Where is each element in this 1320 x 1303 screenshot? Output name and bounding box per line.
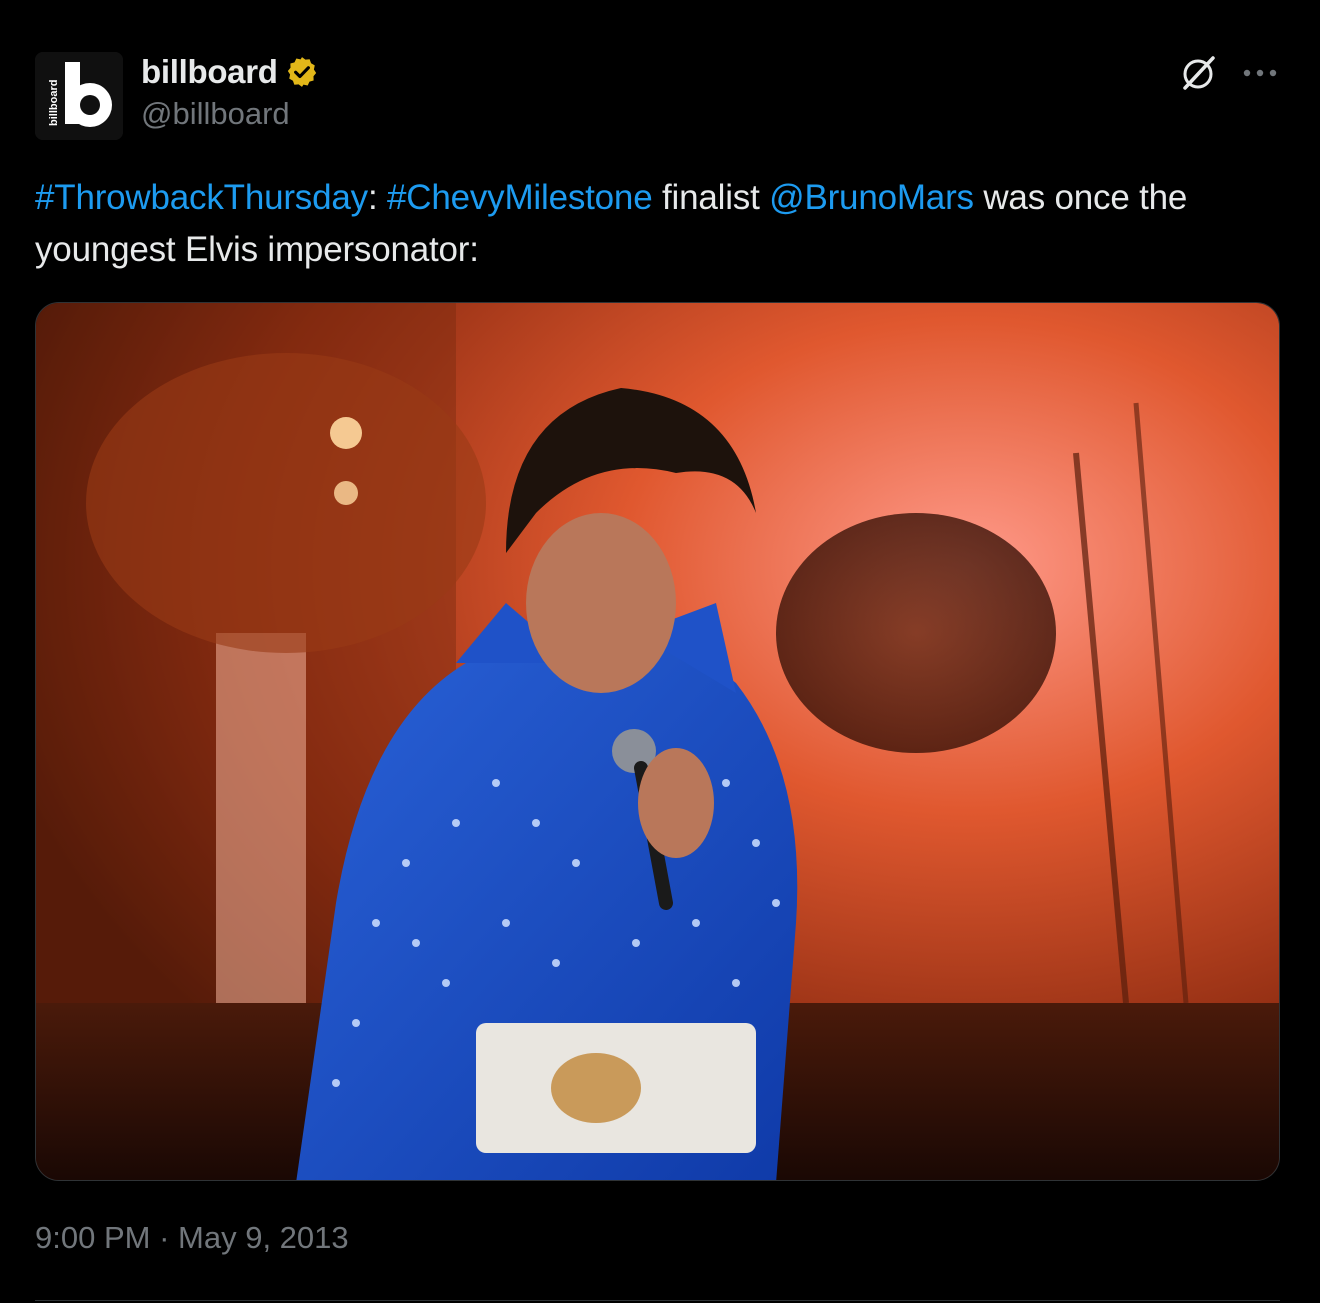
more-icon[interactable] — [1240, 53, 1280, 93]
tweet-time[interactable]: 9:00 PM — [35, 1220, 150, 1255]
billboard-logo-icon: billboard — [35, 52, 123, 140]
grok-icon[interactable] — [1178, 52, 1220, 94]
hashtag-throwbackthursday[interactable]: #ThrowbackThursday — [35, 178, 368, 217]
avatar-wordmark: billboard — [48, 80, 60, 126]
tweet-text: #ThrowbackThursday: #ChevyMilestone fina… — [35, 172, 1285, 276]
tweet-text-segment: finalist — [652, 178, 770, 217]
tweet-timestamp: 9:00 PM · May 9, 2013 — [35, 1220, 349, 1256]
tweet-text-segment: : — [367, 178, 387, 217]
timestamp-separator: · — [159, 1220, 170, 1255]
avatar[interactable]: billboard — [35, 52, 123, 140]
mention-brunomars[interactable]: @BrunoMars — [769, 178, 974, 217]
handle[interactable]: @billboard — [141, 96, 319, 132]
divider — [35, 1300, 1280, 1301]
account-names: billboard @billboard — [141, 52, 319, 132]
elvis-performance-image — [36, 303, 1279, 1180]
tweet-media-image[interactable] — [35, 302, 1280, 1181]
hashtag-chevymilestone[interactable]: #ChevyMilestone — [387, 178, 653, 217]
tweet-card: billboard billboard @billboard #Throwbac… — [0, 0, 1320, 1303]
verified-badge-icon — [285, 55, 319, 89]
top-actions — [1178, 52, 1280, 94]
display-name[interactable]: billboard — [141, 53, 278, 91]
tweet-date[interactable]: May 9, 2013 — [178, 1220, 349, 1255]
